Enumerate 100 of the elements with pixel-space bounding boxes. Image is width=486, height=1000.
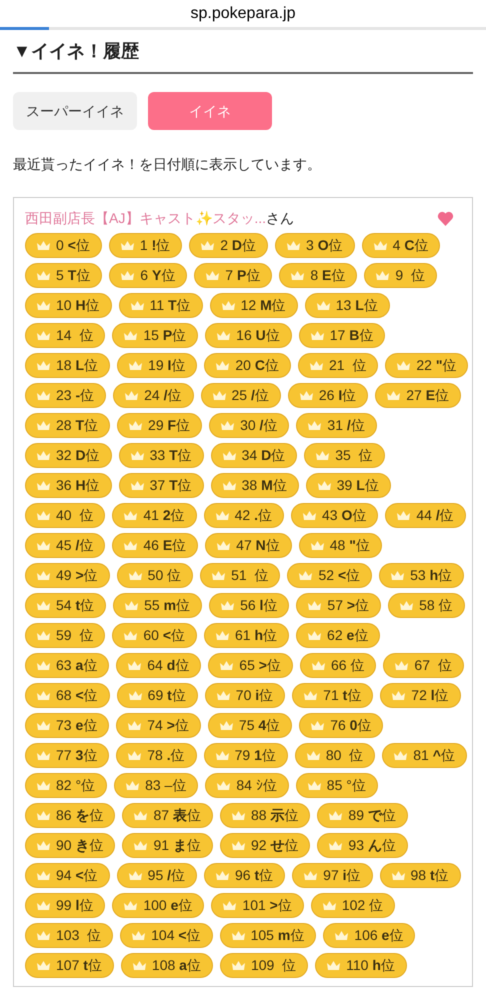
crown-icon bbox=[123, 540, 138, 552]
crown-icon bbox=[216, 330, 232, 342]
rank-badge: 64 d位 bbox=[116, 653, 202, 678]
crown-icon bbox=[399, 600, 414, 612]
crown-icon bbox=[222, 450, 237, 462]
crown-icon bbox=[36, 690, 51, 702]
crown-icon bbox=[230, 810, 246, 822]
crown-icon bbox=[315, 450, 330, 462]
rank-badge: 42 .位 bbox=[204, 503, 284, 528]
rank-badge: 79 1位 bbox=[204, 743, 288, 768]
rank-badge: 68 <位 bbox=[25, 683, 110, 708]
crown-icon bbox=[124, 390, 140, 402]
crown-icon bbox=[127, 660, 142, 672]
crown-icon bbox=[36, 630, 51, 642]
crown-icon bbox=[36, 810, 51, 822]
crown-icon bbox=[132, 960, 147, 972]
rank-badge: 3 O位 bbox=[275, 233, 355, 258]
rank-badge: 98 t位 bbox=[380, 863, 461, 888]
rank-badge: 51 位 bbox=[200, 563, 280, 588]
crown-icon bbox=[128, 870, 143, 882]
rank-badge: 83 –位 bbox=[114, 773, 198, 798]
rank-badge: 92 せ位 bbox=[220, 833, 310, 858]
rank-badge: 54 t位 bbox=[25, 593, 106, 618]
crown-icon bbox=[36, 840, 51, 852]
crown-icon bbox=[286, 240, 302, 252]
crown-icon bbox=[36, 600, 51, 612]
crown-icon bbox=[310, 660, 326, 672]
crown-icon bbox=[308, 360, 324, 372]
tab[interactable]: スーパーイイネ bbox=[13, 92, 137, 130]
rank-badge: 14 位 bbox=[25, 323, 106, 348]
crown-icon bbox=[124, 600, 140, 612]
rank-badge: 22 "位 bbox=[385, 353, 468, 378]
crown-icon bbox=[306, 750, 321, 762]
crown-icon bbox=[222, 900, 238, 912]
rank-badge: 29 F位 bbox=[117, 413, 202, 438]
rank-badge: 85 °位 bbox=[296, 773, 378, 798]
rank-badge: 70 i位 bbox=[204, 683, 286, 708]
crown-icon bbox=[307, 600, 322, 612]
tab[interactable]: イイネ bbox=[148, 92, 272, 130]
crown-icon bbox=[36, 780, 51, 792]
rank-badge: 32 D位 bbox=[25, 443, 112, 468]
crown-icon bbox=[375, 270, 390, 282]
rank-badge: 88 示位 bbox=[220, 803, 310, 828]
crown-icon bbox=[216, 540, 232, 552]
rank-badge: 59 位 bbox=[25, 623, 106, 648]
crown-icon bbox=[128, 690, 143, 702]
rank-badge: 30 /位 bbox=[209, 413, 290, 438]
crown-icon bbox=[36, 360, 51, 372]
crown-icon bbox=[200, 240, 216, 252]
crown-icon bbox=[396, 360, 412, 372]
crown-icon bbox=[215, 630, 230, 642]
rank-badge: 41 2位 bbox=[112, 503, 197, 528]
crown-icon bbox=[326, 960, 342, 972]
rank-badge: 76 0位 bbox=[299, 713, 384, 738]
rank-badge: 86 を位 bbox=[25, 803, 116, 828]
crown-icon bbox=[302, 510, 317, 522]
rank-badge: 9 位 bbox=[364, 263, 437, 288]
crown-icon bbox=[131, 930, 146, 942]
crown-icon bbox=[36, 390, 51, 402]
crown-icon bbox=[36, 300, 51, 312]
crown-icon bbox=[215, 870, 230, 882]
crown-icon bbox=[36, 960, 51, 972]
crown-icon bbox=[36, 240, 51, 252]
crown-icon bbox=[120, 270, 136, 282]
crown-icon bbox=[36, 420, 51, 432]
rank-badge: 73 e位 bbox=[25, 713, 110, 738]
crown-icon bbox=[396, 510, 412, 522]
rank-badge: 39 L位 bbox=[306, 473, 391, 498]
crown-icon bbox=[219, 660, 234, 672]
rank-badge: 43 O位 bbox=[290, 503, 378, 528]
rank-badge: 18 L位 bbox=[25, 353, 110, 378]
crown-icon bbox=[214, 750, 230, 762]
crown-icon bbox=[303, 870, 318, 882]
honorific-text: さん bbox=[266, 209, 294, 228]
crown-icon bbox=[130, 480, 145, 492]
url-text: sp.pokepara.jp bbox=[190, 6, 296, 22]
rank-badge: 4 C位 bbox=[362, 233, 440, 258]
rank-badge: 12 M位 bbox=[210, 293, 298, 318]
rank-badge: 1 !位 bbox=[108, 233, 182, 258]
crown-icon bbox=[211, 570, 226, 582]
rank-badge: 6 Y位 bbox=[109, 263, 188, 288]
crown-icon bbox=[307, 420, 322, 432]
rank-badge: 78 .位 bbox=[116, 743, 197, 768]
crown-icon bbox=[218, 720, 234, 732]
crown-icon bbox=[303, 690, 318, 702]
sender-link[interactable]: 西田副店長【AJ】キャスト✨スタッ... bbox=[25, 208, 266, 229]
rank-badge: 35 位 bbox=[304, 443, 385, 468]
rank-badge: 82 °位 bbox=[25, 773, 108, 798]
rank-badge: 65 >位 bbox=[208, 653, 293, 678]
rank-badge: 24 /位 bbox=[113, 383, 194, 408]
rank-badge: 89 で位 bbox=[317, 803, 408, 828]
crown-icon bbox=[216, 690, 231, 702]
rank-badge: 93 ん位 bbox=[317, 833, 408, 858]
crown-icon bbox=[390, 870, 406, 882]
rank-badge: 105 m位 bbox=[220, 923, 316, 948]
rank-badge: 61 h位 bbox=[204, 623, 290, 648]
crown-icon bbox=[130, 450, 145, 462]
rank-badge: 66 位 bbox=[300, 653, 376, 678]
rank-badge: 38 M位 bbox=[210, 473, 299, 498]
rank-badge: 20 C位 bbox=[204, 353, 291, 378]
